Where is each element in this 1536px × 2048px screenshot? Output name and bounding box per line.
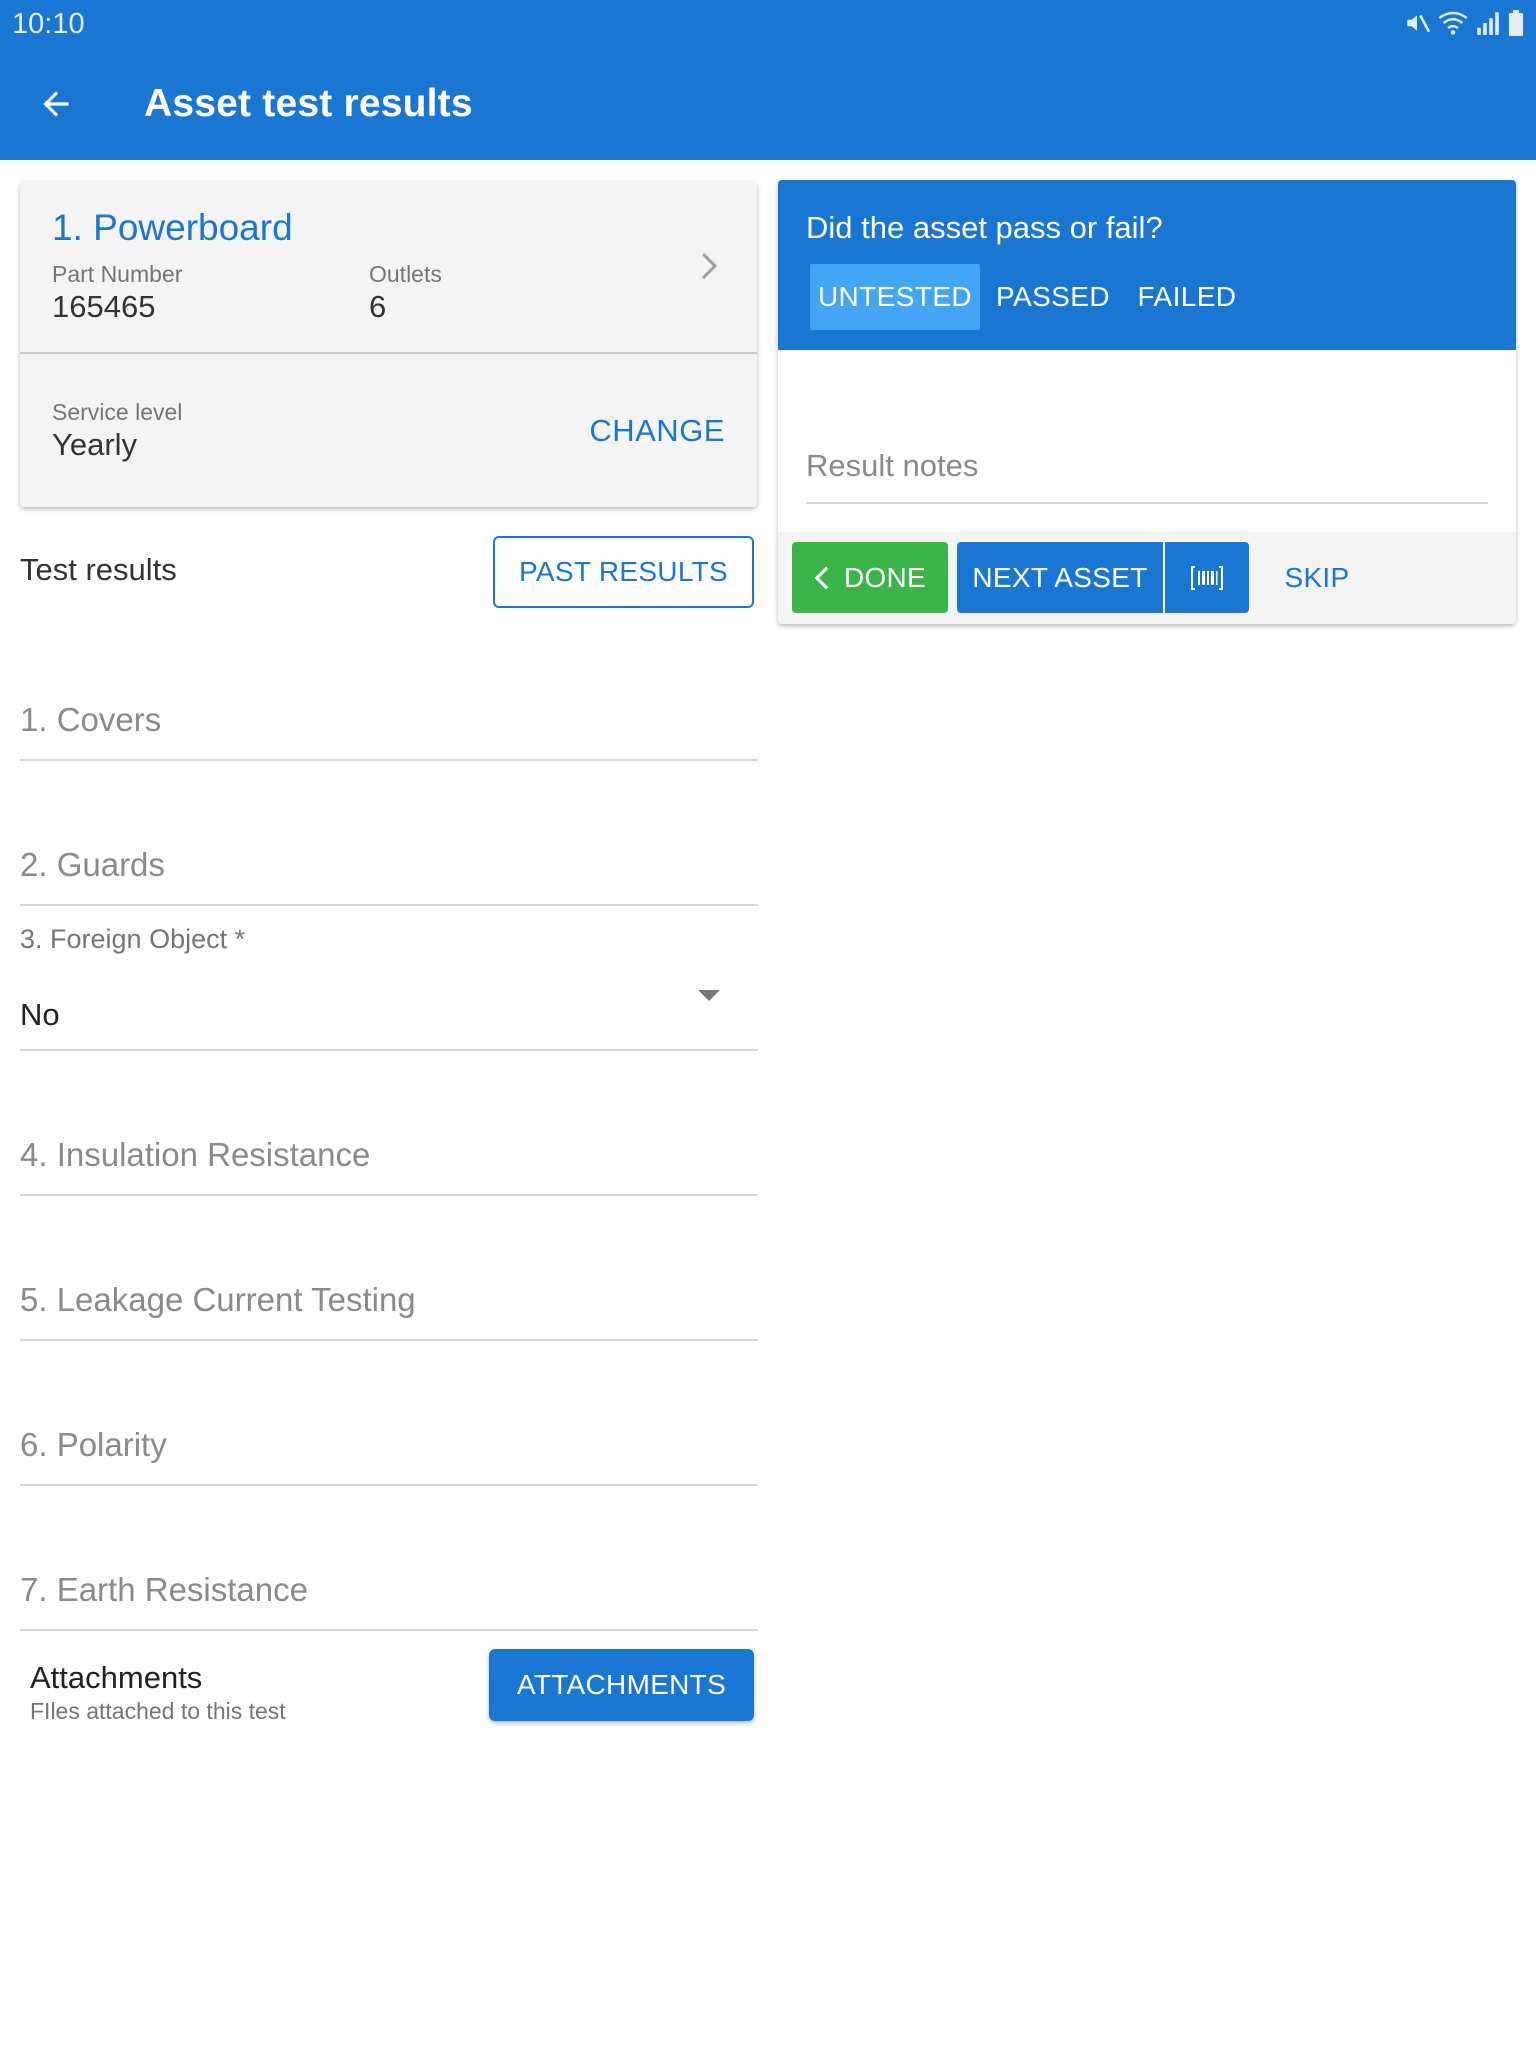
test-field-earth-resistance[interactable]: 7. Earth Resistance	[20, 1486, 758, 1631]
asset-summary[interactable]: 1. Powerboard Part Number 165465 Outlets…	[20, 181, 757, 354]
result-notes-input[interactable]: Result notes	[806, 440, 1488, 504]
app-bar: 10:10 Asset test results	[0, 0, 1536, 160]
back-button[interactable]	[28, 76, 84, 132]
chevron-left-icon	[814, 565, 829, 590]
signal-icon	[1477, 12, 1499, 35]
test-field-label: 4. Insulation Resistance	[20, 1136, 371, 1173]
service-level-value: Yearly	[52, 427, 138, 462]
asset-card: 1. Powerboard Part Number 165465 Outlets…	[20, 181, 757, 507]
option-passed[interactable]: PASSED	[988, 264, 1118, 330]
past-results-button[interactable]: PAST RESULTS	[493, 536, 754, 608]
result-notes-placeholder: Result notes	[806, 448, 979, 483]
page-title: Asset test results	[144, 82, 473, 125]
wifi-icon	[1438, 11, 1468, 35]
done-label: DONE	[843, 561, 927, 593]
battery-icon	[1508, 10, 1524, 36]
test-field-label: 6. Polarity	[20, 1426, 167, 1463]
option-untested[interactable]: UNTESTED	[810, 264, 980, 330]
skip-button[interactable]: SKIP	[1272, 542, 1362, 613]
result-question: Did the asset pass or fail?	[806, 210, 1163, 245]
test-field-label: 2. Guards	[20, 846, 165, 883]
part-number-label: Part Number	[52, 261, 183, 287]
scan-barcode-button[interactable]	[1165, 542, 1249, 613]
test-field-guards[interactable]: 2. Guards	[20, 761, 758, 906]
result-card: Did the asset pass or fail? UNTESTED PAS…	[778, 180, 1516, 624]
part-number-value: 165465	[52, 289, 156, 324]
done-button[interactable]: DONE	[792, 542, 948, 613]
asset-title: 1. Powerboard	[52, 207, 293, 248]
foreign-object-value: No	[20, 997, 60, 1032]
attachments-subtitle: FIles attached to this test	[30, 1698, 286, 1724]
test-field-label: 3. Foreign Object *	[20, 924, 246, 954]
barcode-icon	[1191, 565, 1223, 590]
test-field-insulation-resistance[interactable]: 4. Insulation Resistance	[20, 1051, 758, 1196]
mute-icon	[1407, 14, 1430, 33]
test-field-polarity[interactable]: 6. Polarity	[20, 1341, 758, 1486]
test-field-covers[interactable]: 1. Covers	[20, 616, 758, 761]
caret-down-icon	[698, 990, 720, 1001]
test-field-label: 1. Covers	[20, 701, 162, 738]
status-time: 10:10	[12, 8, 85, 40]
outlets-value: 6	[369, 289, 387, 324]
status-icons	[1404, 10, 1524, 36]
option-failed[interactable]: FAILED	[1126, 264, 1248, 330]
service-level-label: Service level	[52, 399, 183, 425]
result-actions: DONE NEXT ASSET SKIP	[778, 532, 1516, 624]
attachments-title: Attachments	[30, 1660, 203, 1695]
test-field-leakage-current[interactable]: 5. Leakage Current Testing	[20, 1196, 758, 1341]
test-field-label: 7. Earth Resistance	[20, 1571, 308, 1608]
result-header: Did the asset pass or fail? UNTESTED PAS…	[778, 180, 1516, 350]
change-service-level-button[interactable]: CHANGE	[589, 413, 725, 449]
test-field-label: 5. Leakage Current Testing	[20, 1281, 416, 1318]
outlets-label: Outlets	[369, 261, 442, 287]
test-field-foreign-object[interactable]: 3. Foreign Object * No	[20, 906, 758, 1051]
arrow-left-icon	[43, 91, 69, 117]
chevron-right-icon	[701, 252, 718, 280]
test-results-heading: Test results	[20, 552, 177, 587]
next-asset-button[interactable]: NEXT ASSET	[957, 542, 1163, 613]
attachments-button[interactable]: ATTACHMENTS	[489, 1649, 754, 1721]
